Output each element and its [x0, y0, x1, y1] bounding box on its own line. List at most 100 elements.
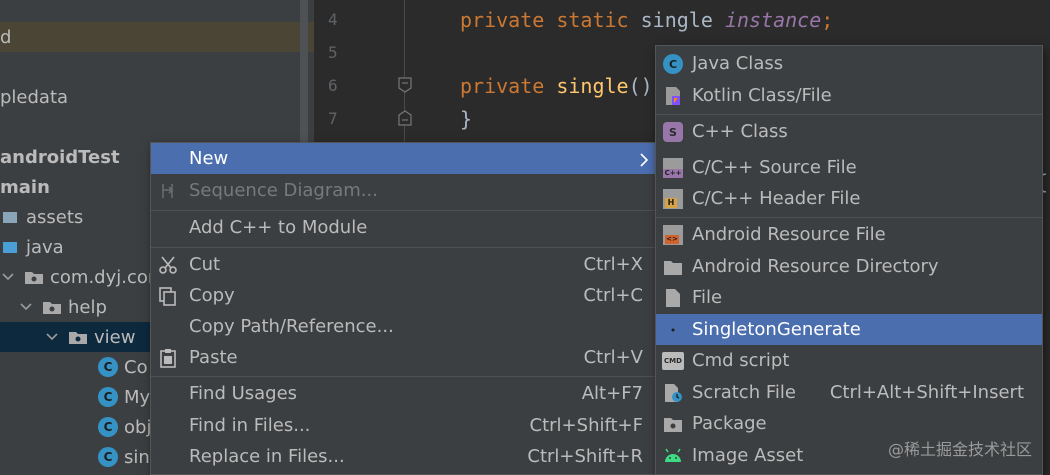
menu-item-add-cpp-module[interactable]: Add C++ to Module — [151, 212, 655, 243]
kotlin-file-icon — [662, 85, 684, 107]
menu-separator — [151, 210, 655, 211]
keyword: private — [460, 74, 545, 98]
method-name: single — [556, 74, 629, 98]
menu-item-copy[interactable]: Copy Ctrl+C — [151, 280, 655, 311]
submenu-item-kotlin-class[interactable]: Kotlin Class/File — [656, 80, 1042, 111]
submenu-item-android-resource-directory[interactable]: Android Resource Directory — [656, 251, 1042, 282]
menu-separator — [151, 376, 655, 377]
cpp-class-icon: S — [662, 121, 684, 143]
submenu-item-label: C++ Class — [692, 121, 788, 142]
menu-item-label: Find Usages — [189, 383, 298, 404]
tree-row[interactable]: pledata — [0, 82, 314, 112]
fold-marker-icon[interactable] — [398, 110, 412, 126]
menu-item-label: Cut — [189, 254, 221, 275]
code-line[interactable]: private static single instance; — [460, 8, 833, 32]
context-menu: New Sequence Diagram... Add C++ to Modul… — [150, 142, 656, 475]
menu-item-cut[interactable]: Cut Ctrl+X — [151, 249, 655, 280]
submenu-arrow-icon — [639, 151, 649, 172]
submenu-item-label: Java Class — [692, 53, 784, 74]
folder-icon — [662, 256, 684, 278]
java-class-icon: C — [662, 53, 684, 75]
code-line[interactable]: private single() — [460, 74, 653, 98]
parens: () — [628, 74, 653, 98]
closing-brace: } — [460, 107, 473, 131]
dot-icon — [662, 319, 684, 341]
shortcut-label: Ctrl+Shift+F — [529, 415, 643, 436]
package-folder-icon — [42, 299, 62, 315]
fold-marker-icon[interactable] — [398, 77, 412, 93]
line-number: 6 — [328, 76, 338, 95]
class-icon: C — [98, 447, 118, 467]
menu-item-label: Replace in Files... — [189, 446, 345, 467]
submenu-item-android-resource-file[interactable]: <> Android Resource File — [656, 219, 1042, 250]
submenu-item-label: Android Resource Directory — [692, 256, 939, 277]
folder-icon — [0, 209, 20, 225]
shortcut-label: Ctrl+C — [583, 285, 643, 306]
line-number: 7 — [328, 109, 338, 128]
submenu-item-cmd-script[interactable]: CMD Cmd script — [656, 345, 1042, 376]
submenu-item-package[interactable]: Package — [656, 408, 1042, 439]
android-icon — [662, 445, 684, 467]
android-resource-file-icon: <> — [662, 224, 684, 246]
shortcut-label: Ctrl+X — [583, 254, 643, 275]
menu-item-label: Sequence Diagram... — [189, 180, 378, 201]
shortcut-label: Alt+F7 — [581, 383, 643, 404]
chevron-down-icon[interactable] — [18, 299, 34, 315]
menu-item-find-in-files[interactable]: Find in Files... Ctrl+Shift+F — [151, 410, 655, 441]
menu-item-label: Paste — [189, 347, 238, 368]
new-submenu: C Java Class Kotlin Class/File S C++ Cla… — [655, 45, 1043, 475]
submenu-item-label: C/C++ Source File — [692, 157, 857, 178]
tree-row-label: androidTest — [0, 146, 120, 168]
clipboard-icon — [157, 347, 179, 369]
package-folder-icon — [24, 269, 44, 285]
tree-scrollbar[interactable] — [300, 0, 308, 150]
submenu-item-cpp-class[interactable]: S C++ Class — [656, 116, 1042, 147]
shortcut-label: Ctrl+Shift+R — [527, 446, 643, 467]
menu-item-label: Copy — [189, 285, 235, 306]
submenu-item-cpp-header[interactable]: H C/C++ Header File — [656, 183, 1042, 214]
menu-item-label: Copy Path/Reference... — [189, 316, 394, 337]
tree-row-label: java — [26, 236, 64, 258]
class-icon: C — [98, 417, 118, 437]
menu-item-new[interactable]: New — [151, 143, 655, 174]
cmd-script-icon: CMD — [662, 350, 684, 372]
chevron-down-icon[interactable] — [44, 329, 60, 345]
tree-row-label: main — [0, 176, 50, 198]
class-icon: C — [98, 357, 118, 377]
submenu-item-label: C/C++ Header File — [692, 188, 861, 209]
menu-item-copy-path[interactable]: Copy Path/Reference... — [151, 311, 655, 342]
shortcut-label: Ctrl+Alt+Shift+Insert — [829, 382, 1024, 403]
submenu-item-java-class[interactable]: C Java Class — [656, 48, 1042, 79]
fold-guide — [404, 0, 405, 150]
tree-row[interactable]: d — [0, 22, 314, 52]
cpp-header-icon: H — [662, 188, 684, 210]
submenu-item-singleton-generate[interactable]: SingletonGenerate — [656, 314, 1042, 345]
menu-item-paste[interactable]: Paste Ctrl+V — [151, 342, 655, 373]
submenu-item-file[interactable]: File — [656, 282, 1042, 313]
sequence-diagram-icon — [157, 180, 179, 202]
menu-item-replace-in-files[interactable]: Replace in Files... Ctrl+Shift+R — [151, 441, 655, 472]
line-number: 4 — [328, 10, 338, 29]
file-icon — [662, 287, 684, 309]
package-folder-icon — [68, 329, 88, 345]
tree-row-label: d — [0, 26, 12, 48]
tree-row-label: view — [94, 326, 136, 348]
semicolon: ; — [821, 8, 834, 32]
menu-separator — [656, 114, 1042, 115]
scissors-icon — [157, 254, 179, 276]
keyword: private — [460, 8, 545, 32]
code-line[interactable]: } — [460, 107, 472, 131]
submenu-item-label: Scratch File — [692, 382, 796, 403]
folder-icon — [0, 239, 20, 255]
submenu-item-cpp-source[interactable]: C++ C/C++ Source File — [656, 152, 1042, 183]
tree-row-label: pledata — [0, 86, 69, 108]
menu-item-find-usages[interactable]: Find Usages Alt+F7 — [151, 378, 655, 409]
shortcut-label: Ctrl+V — [583, 347, 643, 368]
field-name: instance — [724, 8, 822, 32]
type-name: single — [640, 8, 713, 32]
chevron-down-icon[interactable] — [0, 269, 16, 285]
submenu-item-scratch-file[interactable]: Scratch File Ctrl+Alt+Shift+Insert — [656, 377, 1042, 408]
menu-item-label: Find in Files... — [189, 415, 311, 436]
menu-item-label: Add C++ to Module — [189, 217, 368, 238]
menu-item-sequence-diagram[interactable]: Sequence Diagram... — [151, 175, 655, 206]
